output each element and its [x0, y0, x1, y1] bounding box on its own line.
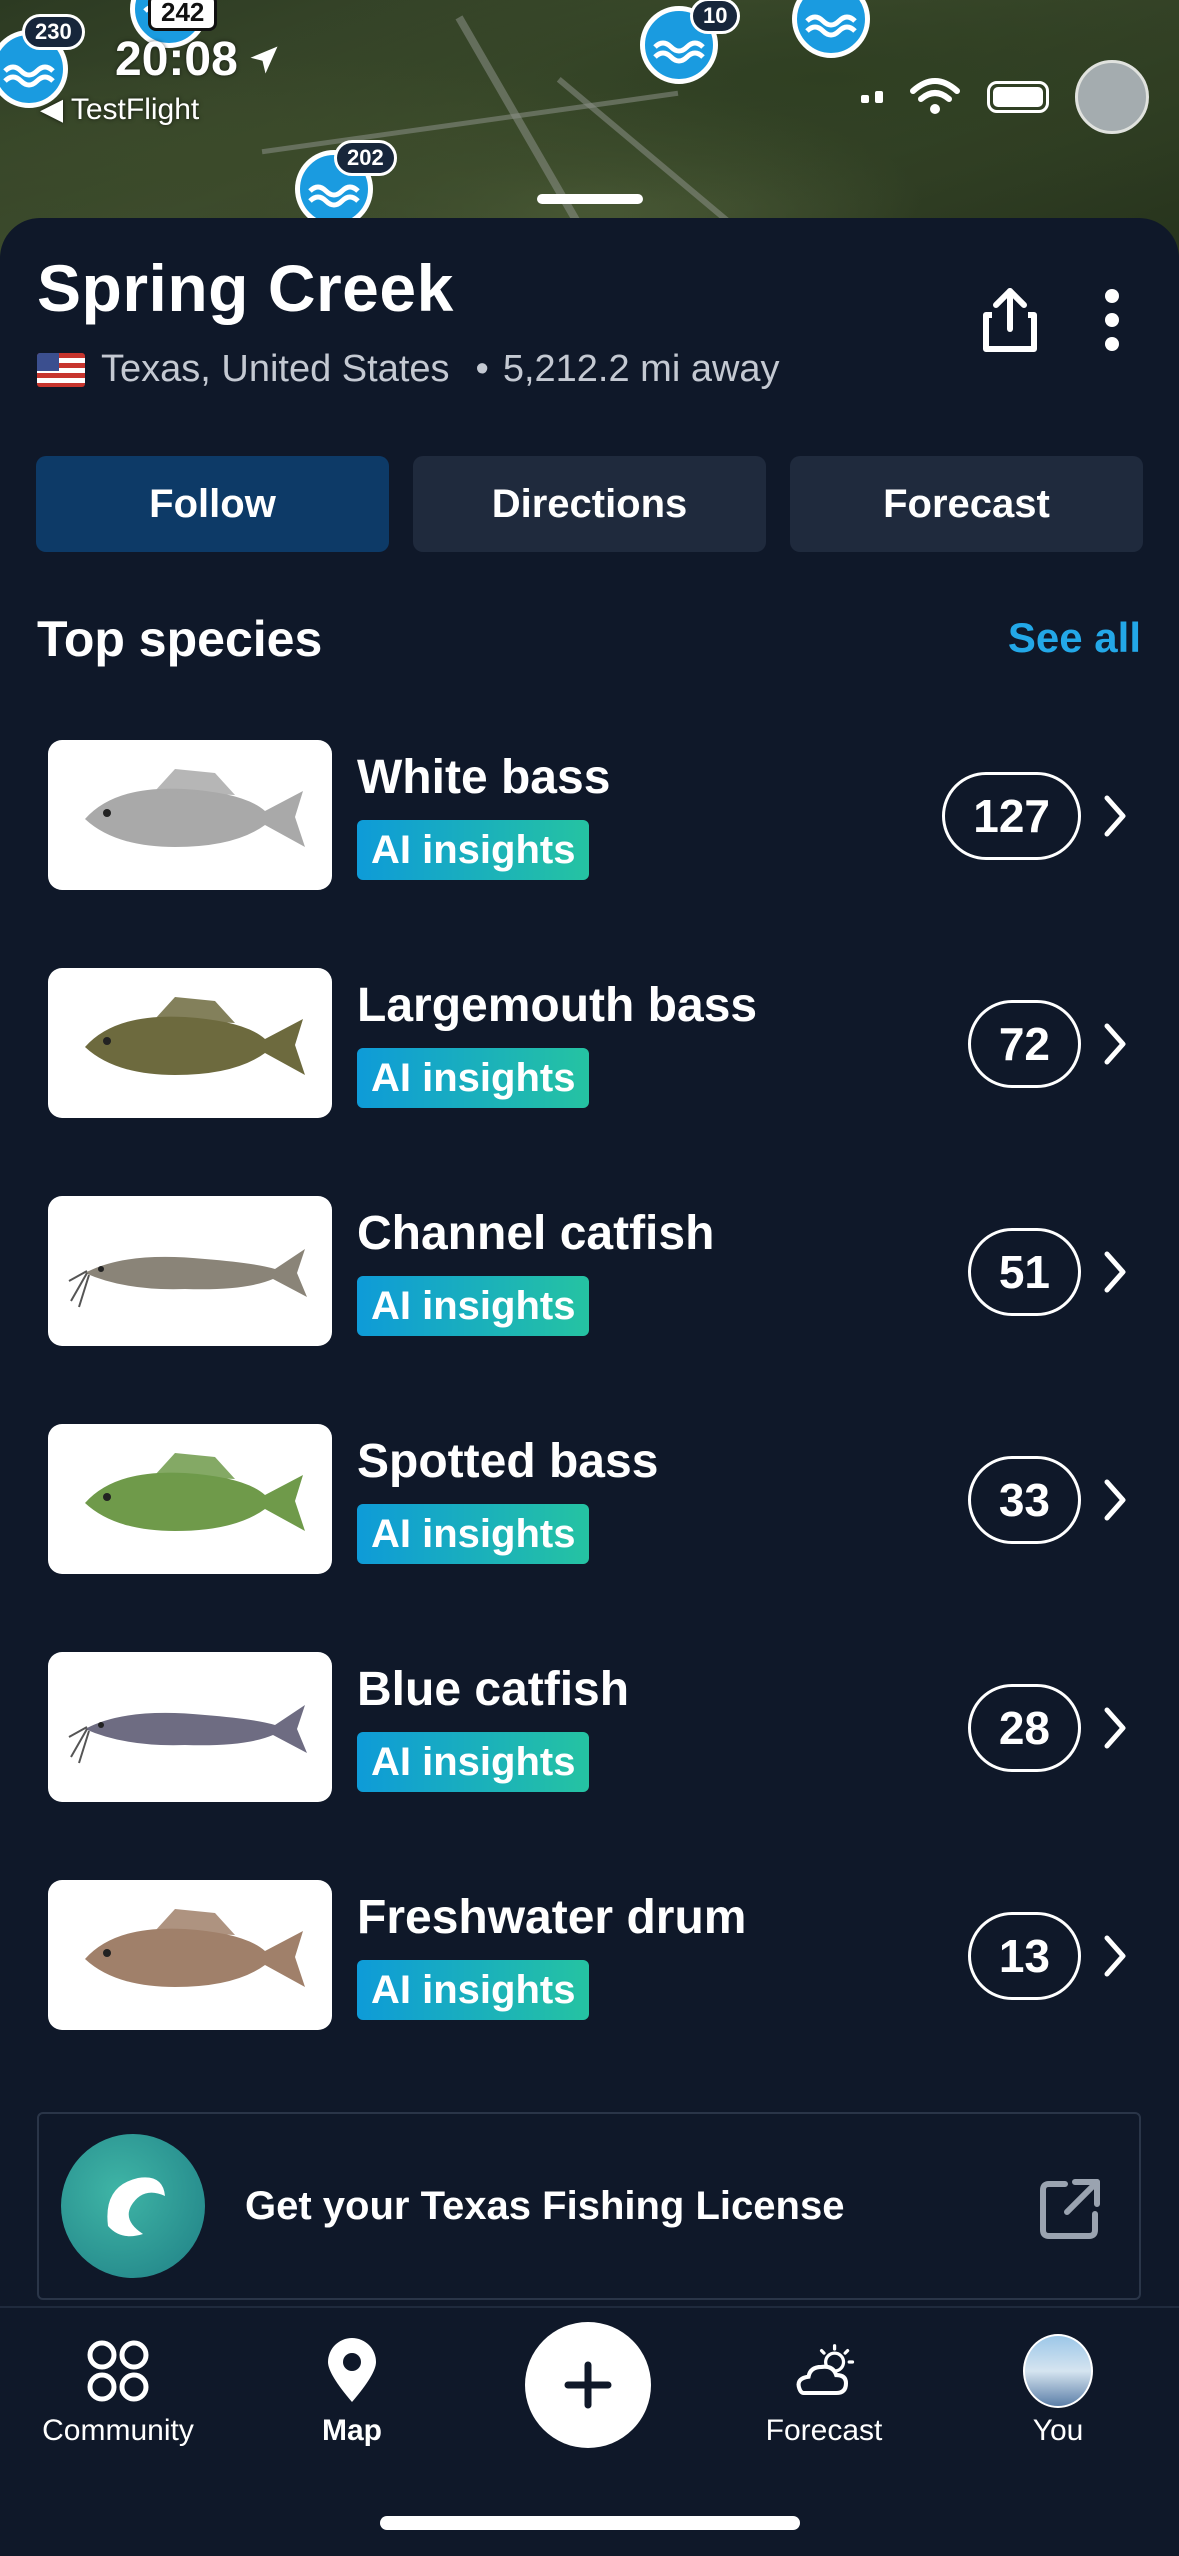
top-species-heading: Top species — [37, 611, 323, 667]
species-name: Largemouth bass — [357, 979, 758, 1032]
add-catch-button[interactable] — [525, 2322, 651, 2448]
species-row[interactable]: Blue catfish AI insights 28 — [0, 1632, 1179, 1860]
signal-icon — [861, 91, 883, 103]
spot-distance: 5,212.2 mi away — [502, 348, 780, 390]
species-name: Freshwater drum — [357, 1891, 747, 1944]
species-name: Channel catfish — [357, 1207, 715, 1260]
forecast-button[interactable]: Forecast — [790, 456, 1143, 552]
chevron-right-icon — [1104, 1479, 1126, 1521]
follow-button[interactable]: Follow — [36, 456, 389, 552]
ai-insights-badge[interactable]: AI insights — [357, 1504, 590, 1564]
tab-community-label: Community — [42, 2414, 194, 2447]
ai-insights-badge[interactable]: AI insights — [357, 820, 590, 880]
external-link-icon — [1040, 2179, 1100, 2239]
status-time: 20:08 — [115, 32, 282, 87]
profile-avatar — [1023, 2334, 1093, 2408]
share-button[interactable] — [970, 280, 1050, 360]
species-row[interactable]: Freshwater drum AI insights 13 — [0, 1860, 1179, 2088]
battery-icon — [987, 81, 1049, 113]
chevron-right-icon — [1104, 1023, 1126, 1065]
map-pin-icon — [317, 2336, 387, 2406]
chevron-right-icon — [1104, 1707, 1126, 1749]
map-avatar[interactable] — [1075, 60, 1149, 134]
tab-map[interactable]: Map — [252, 2336, 452, 2448]
more-options-button[interactable] — [1072, 280, 1152, 360]
license-text: Get your Texas Fishing License — [245, 2183, 845, 2228]
weather-icon — [789, 2336, 859, 2406]
more-vertical-icon — [1105, 289, 1119, 351]
ai-insights-badge[interactable]: AI insights — [357, 1048, 590, 1108]
status-time-text: 20:08 — [115, 33, 238, 86]
community-icon — [83, 2336, 153, 2406]
tab-you[interactable]: You — [958, 2334, 1158, 2448]
tab-community[interactable]: Community — [18, 2336, 218, 2448]
location-arrow-icon — [250, 46, 278, 73]
catch-count-pill: 72 — [967, 1000, 1081, 1088]
ai-insights-badge[interactable]: AI insights — [357, 1960, 590, 2020]
spot-title: Spring Creek — [37, 251, 454, 325]
spot-region: Texas, United States — [101, 348, 450, 390]
species-name: White bass — [357, 751, 611, 804]
tab-forecast[interactable]: Forecast — [724, 2336, 924, 2448]
species-row[interactable]: White bass AI insights 127 — [0, 720, 1179, 948]
species-image — [48, 1424, 332, 1574]
species-row[interactable]: Spotted bass AI insights 33 — [0, 1404, 1179, 1632]
fish-logo-icon — [61, 2134, 205, 2278]
map-pin-count: 202 — [334, 140, 397, 176]
species-image — [48, 968, 332, 1118]
catch-count-pill: 127 — [942, 772, 1081, 860]
species-image — [48, 1880, 332, 2030]
ai-insights-badge[interactable]: AI insights — [357, 1732, 590, 1792]
spot-location: Texas, United States • 5,212.2 mi away — [37, 348, 780, 391]
map-pin-count: 10 — [690, 0, 741, 34]
separator-dot: • — [475, 348, 489, 390]
plus-icon — [564, 2361, 612, 2409]
catch-count-pill: 33 — [967, 1456, 1081, 1544]
tab-forecast-label: Forecast — [765, 2414, 883, 2447]
species-row[interactable]: Largemouth bass AI insights 72 — [0, 948, 1179, 1176]
ai-insights-badge[interactable]: AI insights — [357, 1276, 590, 1336]
species-list: White bass AI insights 127 Largemouth bass A… — [0, 720, 1179, 2088]
sheet-grabber[interactable] — [537, 194, 643, 204]
species-name: Spotted bass — [357, 1435, 659, 1488]
map-spot-pin[interactable] — [792, 0, 870, 58]
road-number-marker: 242 — [148, 0, 218, 31]
back-to-testflight[interactable]: ◀ TestFlight — [40, 92, 199, 127]
species-image — [48, 1196, 332, 1346]
us-flag-icon — [37, 352, 85, 387]
see-all-link[interactable]: See all — [1008, 614, 1141, 662]
home-indicator — [380, 2516, 800, 2530]
catch-count-pill: 13 — [967, 1912, 1081, 2000]
directions-button[interactable]: Directions — [413, 456, 766, 552]
share-icon — [983, 288, 1037, 352]
species-image — [48, 1652, 332, 1802]
map-pin-count: 230 — [22, 14, 85, 50]
status-icons — [861, 60, 1149, 134]
chevron-right-icon — [1104, 1251, 1126, 1293]
action-buttons: Follow Directions Forecast — [36, 456, 1143, 552]
species-name: Blue catfish — [357, 1663, 630, 1716]
wifi-icon — [910, 78, 960, 114]
species-image — [48, 740, 332, 890]
chevron-right-icon — [1104, 795, 1126, 837]
map-road — [455, 15, 593, 245]
tab-you-label: You — [1032, 2414, 1084, 2447]
catch-count-pill: 28 — [967, 1684, 1081, 1772]
fishing-license-card[interactable]: Get your Texas Fishing License — [37, 2112, 1141, 2300]
species-row[interactable]: Channel catfish AI insights 51 — [0, 1176, 1179, 1404]
chevron-right-icon — [1104, 1935, 1126, 1977]
tab-map-label: Map — [322, 2414, 382, 2447]
catch-count-pill: 51 — [967, 1228, 1081, 1316]
